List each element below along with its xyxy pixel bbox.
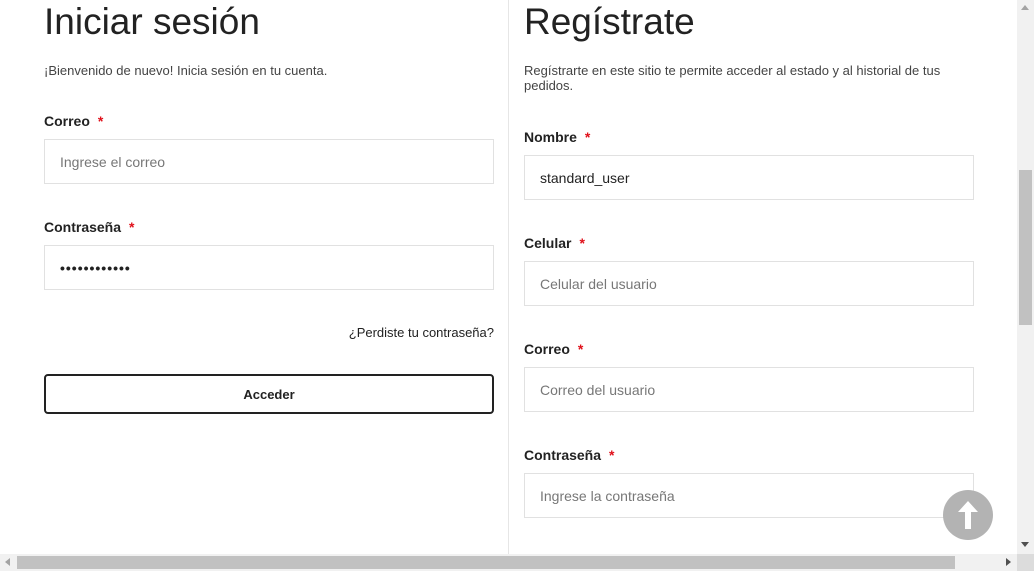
- register-title: Regístrate: [524, 1, 695, 42]
- arrow-up-icon: [958, 501, 978, 529]
- register-email-input[interactable]: Correo del usuario: [524, 367, 974, 412]
- horizontal-scrollbar[interactable]: [0, 554, 1017, 571]
- register-name-label-text: Nombre: [524, 129, 577, 145]
- login-email-label-text: Correo: [44, 113, 90, 129]
- vertical-scroll-thumb[interactable]: [1019, 170, 1032, 325]
- required-mark: *: [97, 113, 104, 129]
- horizontal-scroll-thumb[interactable]: [17, 556, 955, 569]
- register-phone-label: Celular *: [524, 235, 585, 251]
- scrollbar-corner: [1017, 554, 1034, 571]
- register-phone-label-text: Celular: [524, 235, 572, 251]
- login-email-input[interactable]: Ingrese el correo: [44, 139, 494, 184]
- login-email-label: Correo *: [44, 113, 103, 129]
- scroll-down-arrow-icon[interactable]: [1021, 542, 1029, 547]
- register-password-label-text: Contraseña: [524, 447, 602, 463]
- login-title: Iniciar sesión: [44, 1, 260, 42]
- vertical-scrollbar[interactable]: [1017, 0, 1034, 554]
- column-divider: [508, 0, 509, 554]
- register-password-input[interactable]: Ingrese la contraseña: [524, 473, 974, 518]
- register-email-label: Correo *: [524, 341, 583, 357]
- scroll-left-arrow-icon[interactable]: [5, 558, 10, 566]
- required-mark: *: [579, 235, 585, 251]
- required-mark: *: [609, 447, 615, 463]
- page: Iniciar sesión ¡Bienvenido de nuevo! Ini…: [0, 0, 1017, 554]
- required-mark: *: [584, 129, 591, 145]
- login-submit-button[interactable]: Acceder: [44, 374, 494, 414]
- register-password-label: Contraseña *: [524, 447, 614, 463]
- scroll-to-top-button[interactable]: [943, 490, 993, 540]
- login-password-input[interactable]: ••••••••••••: [44, 245, 494, 290]
- login-password-label: Contraseña *: [44, 219, 134, 235]
- register-phone-input[interactable]: Celular del usuario: [524, 261, 974, 306]
- login-subtitle: ¡Bienvenido de nuevo! Inicia sesión en t…: [44, 63, 328, 78]
- register-name-label: Nombre *: [524, 129, 590, 145]
- forgot-password-link[interactable]: ¿Perdiste tu contraseña?: [349, 325, 494, 340]
- register-subtitle: Regístrarte en este sitio te permite acc…: [524, 63, 941, 93]
- register-email-label-text: Correo: [524, 341, 570, 357]
- scroll-right-arrow-icon[interactable]: [1006, 558, 1011, 566]
- register-name-input[interactable]: standard_user: [524, 155, 974, 200]
- scroll-up-arrow-icon[interactable]: [1021, 5, 1029, 10]
- login-password-label-text: Contraseña: [44, 219, 122, 235]
- required-mark: *: [129, 219, 135, 235]
- required-mark: *: [577, 341, 584, 357]
